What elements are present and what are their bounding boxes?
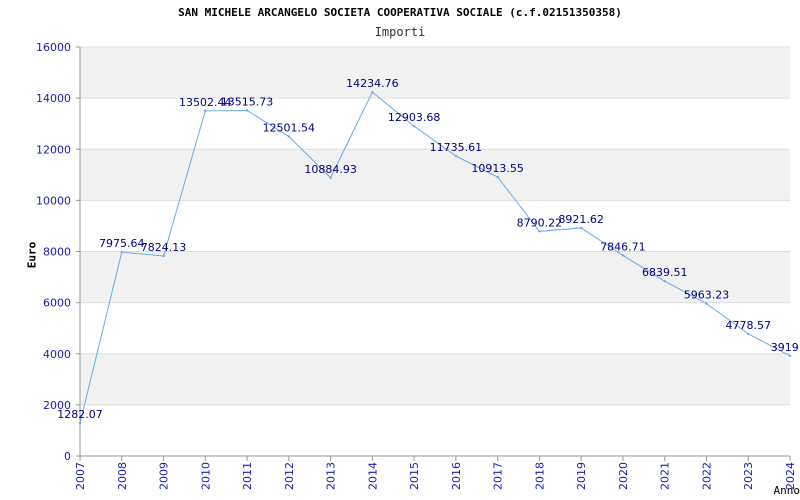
y-tick-label: 12000 — [36, 143, 71, 156]
x-tick-label: 2023 — [742, 462, 755, 490]
data-point — [663, 279, 666, 283]
data-point — [120, 250, 123, 254]
x-tick-label: 2019 — [575, 462, 588, 490]
plot-band — [80, 200, 790, 252]
x-tick-label: 2011 — [241, 462, 254, 490]
y-tick-label: 0 — [64, 450, 71, 463]
data-label: 7824.13 — [141, 241, 187, 254]
x-tick-label: 2013 — [325, 462, 338, 490]
plot-band — [80, 47, 790, 99]
data-label: 14234.76 — [346, 77, 399, 90]
data-label: 10913.55 — [471, 162, 524, 175]
data-label: 12903.68 — [388, 111, 441, 124]
x-tick-label: 2009 — [158, 462, 171, 490]
y-tick-labels: 0200040006000800010000120001400016000 — [36, 41, 71, 463]
x-tick-label: 2007 — [74, 462, 87, 490]
plot-band — [80, 353, 790, 405]
data-label: 13515.73 — [221, 96, 274, 109]
data-label: 8921.62 — [558, 213, 604, 226]
y-tick-label: 14000 — [36, 92, 71, 105]
data-point — [621, 254, 625, 257]
x-tick-label: 2010 — [199, 462, 212, 490]
x-tick-label: 2022 — [700, 462, 713, 490]
data-point — [287, 135, 291, 138]
plot-band — [80, 404, 790, 456]
data-point — [204, 109, 207, 113]
x-tick-label: 2024 — [784, 462, 797, 490]
data-label: 10884.93 — [304, 163, 357, 176]
data-point — [538, 230, 541, 233]
x-tick-label: 2014 — [366, 462, 379, 490]
data-label: 4778.57 — [725, 319, 771, 332]
data-point — [412, 124, 416, 128]
data-label: 1282.07 — [57, 408, 103, 421]
data-label: 7846.71 — [600, 240, 646, 253]
y-tick-label: 16000 — [36, 41, 71, 54]
x-tick-label: 2017 — [492, 462, 505, 490]
data-point — [454, 154, 458, 158]
data-label: 3919.4 — [771, 341, 800, 354]
x-tick-label: 2008 — [116, 462, 129, 490]
y-tick-label: 6000 — [43, 297, 71, 310]
plot-band — [80, 302, 790, 354]
data-point — [329, 176, 332, 179]
data-point — [705, 302, 708, 305]
x-tick-label: 2016 — [450, 462, 463, 490]
y-tick-label: 8000 — [43, 246, 71, 259]
data-label: 5963.23 — [684, 289, 730, 302]
data-label: 6839.51 — [642, 266, 688, 279]
y-tick-label: 4000 — [43, 348, 71, 361]
x-tick-labels: 2007 2008 2009 2010 2011 2012 2013 2014 2015 2016… — [74, 462, 797, 490]
data-point — [579, 226, 583, 230]
x-tick-label: 2012 — [283, 462, 296, 490]
data-point — [747, 332, 750, 336]
x-tick-label: 2021 — [659, 462, 672, 490]
data-point — [371, 90, 374, 94]
x-tick-label: 2020 — [617, 462, 630, 490]
x-tick-label: 2018 — [533, 462, 546, 490]
x-tick-label: 2015 — [408, 462, 421, 490]
data-label: 11735.61 — [430, 141, 483, 154]
y-tick-label: 10000 — [36, 194, 71, 207]
line-chart: 0200040006000800010000120001400016000 20… — [36, 41, 800, 490]
data-point — [245, 109, 249, 112]
data-point — [496, 175, 499, 179]
data-point — [788, 354, 792, 358]
data-label: 8790.22 — [517, 216, 563, 229]
data-point — [162, 254, 165, 258]
data-label: 12501.54 — [263, 121, 316, 134]
data-label: 7975.64 — [99, 237, 145, 250]
data-point — [78, 422, 82, 425]
